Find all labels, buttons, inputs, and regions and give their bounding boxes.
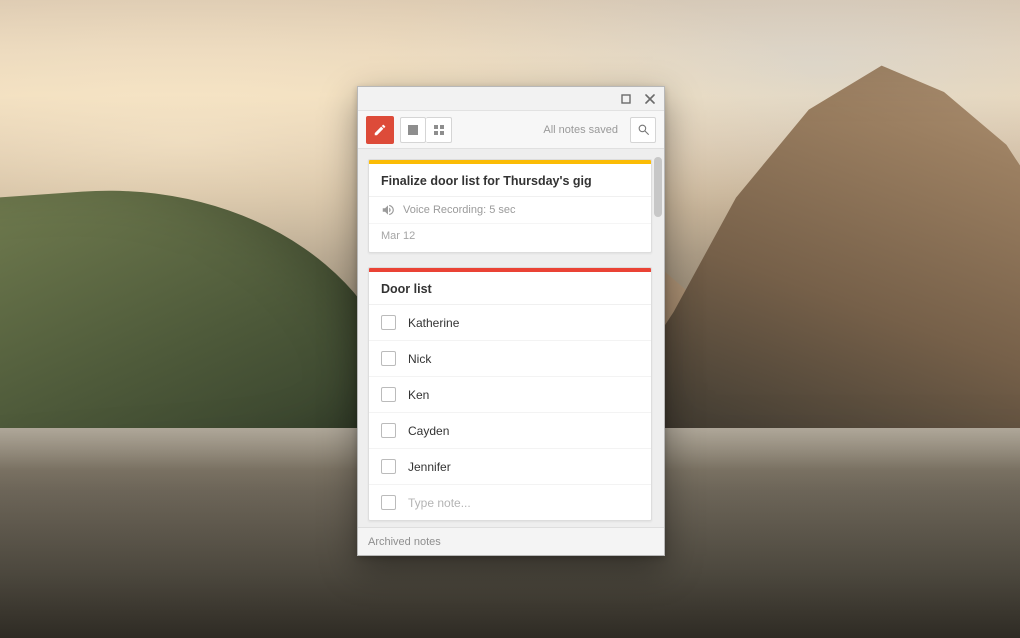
checklist-item-label: Cayden [408,424,449,438]
checklist-item[interactable]: Ken [369,376,651,412]
checkbox[interactable] [381,495,396,510]
list-view-icon [407,124,419,136]
maximize-icon [621,94,631,104]
pencil-icon [373,123,387,137]
checkbox[interactable] [381,459,396,474]
view-toggle-group [400,117,452,143]
new-note-button[interactable] [366,116,394,144]
voice-recording-label: Voice Recording: 5 sec [403,204,516,216]
notes-app-window: All notes saved Finalize door list for T… [357,86,665,556]
app-toolbar: All notes saved [358,111,664,149]
checkbox[interactable] [381,423,396,438]
desktop-wallpaper: All notes saved Finalize door list for T… [0,0,1020,638]
search-button[interactable] [630,117,656,143]
checkbox[interactable] [381,351,396,366]
grid-view-icon [433,124,445,136]
window-close-button[interactable] [640,91,660,107]
note-date: Mar 12 [369,223,651,252]
speaker-icon [381,203,395,217]
checkbox[interactable] [381,387,396,402]
archived-notes-bar[interactable]: Archived notes [358,527,664,555]
checklist: Katherine Nick Ken Cayden [369,304,651,520]
save-status-text: All notes saved [543,124,618,136]
list-view-button[interactable] [400,117,426,143]
checklist-item[interactable]: Katherine [369,305,651,340]
checklist-item-label: Jennifer [408,460,451,474]
archived-notes-label: Archived notes [368,536,441,548]
checklist-item-label: Katherine [408,316,459,330]
notes-scroll-container[interactable]: Finalize door list for Thursday's gig Vo… [358,149,664,527]
checkbox[interactable] [381,315,396,330]
new-checklist-item[interactable]: Type note... [369,484,651,520]
new-item-placeholder: Type note... [408,496,471,510]
note-title: Door list [369,272,651,304]
checklist-item-label: Ken [408,388,429,402]
notes-list-area: Finalize door list for Thursday's gig Vo… [358,149,664,527]
window-maximize-button[interactable] [616,91,636,107]
note-card[interactable]: Finalize door list for Thursday's gig Vo… [368,159,652,253]
checklist-item-label: Nick [408,352,431,366]
note-card[interactable]: Door list Katherine Nick Ken [368,267,652,521]
close-icon [645,94,655,104]
checklist-item[interactable]: Cayden [369,412,651,448]
search-icon [637,123,650,136]
window-titlebar [358,87,664,111]
voice-recording-attachment[interactable]: Voice Recording: 5 sec [369,196,651,223]
checklist-item[interactable]: Nick [369,340,651,376]
grid-view-button[interactable] [426,117,452,143]
note-title: Finalize door list for Thursday's gig [369,164,651,196]
checklist-item[interactable]: Jennifer [369,448,651,484]
